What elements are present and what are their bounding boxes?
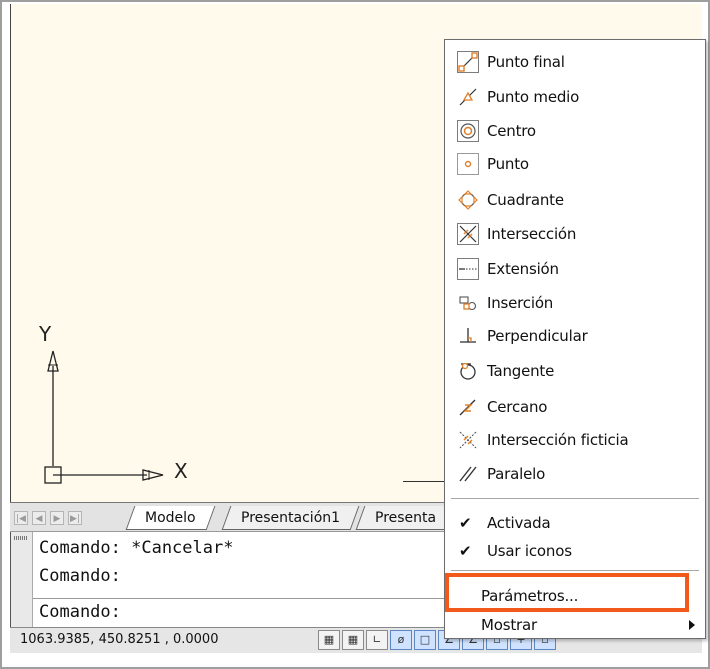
menu-item-cercano[interactable]: Cercano [445,390,705,423]
menu-item-interseccion[interactable]: Intersección [445,217,705,250]
last-tab-button[interactable]: ▶| [68,511,82,525]
intersection-icon [457,222,479,245]
perpendicular-icon [460,327,476,343]
menu-item-tangente[interactable]: Tangente [445,354,705,387]
menu-item-label: Intersección ficticia [487,430,629,449]
quadrant-icon [458,189,478,210]
y-axis-label: Y [39,322,52,346]
menu-item-label: Parámetros... [481,586,579,605]
menu-item-interseccion-ficticia[interactable]: Intersección ficticia [445,423,705,456]
prev-tab-button[interactable]: ◀ [32,511,46,525]
menu-item-label: Cercano [487,397,548,416]
endpoint-icon [457,50,479,73]
grid-display-button[interactable]: ▦ [342,630,364,650]
nearest-icon [459,399,476,415]
menu-item-usar-iconos[interactable]: ✔ Usar iconos [445,534,705,567]
menu-item-punto-final[interactable]: Punto final [445,45,705,78]
menu-item-label: Mostrar [481,615,537,634]
menu-item-perpendicular[interactable]: Perpendicular [445,319,705,352]
object-snap-button[interactable]: □ [414,630,436,650]
command-history-line: Comando: [39,566,121,586]
menu-separator [451,570,699,571]
menu-item-label: Punto final [487,52,565,71]
checkmark-icon: ✔ [459,541,472,560]
menu-item-label: Punto medio [487,87,580,106]
menu-item-label: Punto [487,154,529,173]
menu-item-label: Paralelo [487,464,546,483]
menu-item-extension[interactable]: Extensión [445,252,705,285]
menu-item-insercion[interactable]: Inserción [445,286,705,319]
insertion-icon [459,295,477,310]
command-line-grip[interactable] [11,532,33,627]
submenu-arrow-icon [689,619,695,630]
menu-item-label: Activada [487,513,551,532]
tab-presentacion1[interactable]: Presentación1 [221,506,360,530]
menu-item-paralelo[interactable]: Paralelo [445,457,705,490]
tab-modelo[interactable]: Modelo [125,506,215,530]
ortho-mode-button[interactable]: ∟ [366,630,388,650]
menu-item-label: Extensión [487,259,559,278]
menu-item-centro[interactable]: Centro [445,114,705,147]
coordinate-readout: 1063.9385, 450.8251 , 0.0000 [20,632,219,647]
node-icon [457,152,479,175]
object-snap-context-menu: Punto final Punto medio Centro Punto Cua… [444,39,706,639]
command-prompt-input[interactable]: Comando: [39,602,121,622]
polar-tracking-button[interactable]: ø [390,630,412,650]
menu-item-label: Usar iconos [487,541,572,560]
first-tab-button[interactable]: |◀ [14,511,28,525]
menu-item-punto-medio[interactable]: Punto medio [445,80,705,113]
ucs-icon [44,350,164,484]
midpoint-icon [459,88,477,105]
tangent-icon [460,362,476,380]
menu-item-label: Intersección [487,224,577,243]
menu-separator [451,498,699,499]
apparent-intersection-icon [459,431,477,448]
command-divider [33,598,453,599]
menu-item-mostrar[interactable]: Mostrar [445,608,705,641]
menu-item-label: Cuadrante [487,190,564,209]
command-history-line: Comando: *Cancelar* [39,538,234,558]
parallel-icon [459,466,477,481]
menu-item-label: Inserción [487,293,554,312]
next-tab-button[interactable]: ▶ [50,511,64,525]
menu-item-punto[interactable]: Punto [445,147,705,180]
menu-item-label: Perpendicular [487,326,588,345]
tab-presentacion2[interactable]: Presenta [355,506,456,530]
menu-item-cuadrante[interactable]: Cuadrante [445,183,705,216]
extension-icon [457,257,479,280]
snap-mode-button[interactable]: ▦ [318,630,340,650]
x-axis-label: X [174,459,188,483]
center-icon [457,119,479,142]
checkmark-icon: ✔ [459,513,472,532]
menu-item-label: Tangente [487,361,555,380]
menu-item-label: Centro [487,121,536,140]
